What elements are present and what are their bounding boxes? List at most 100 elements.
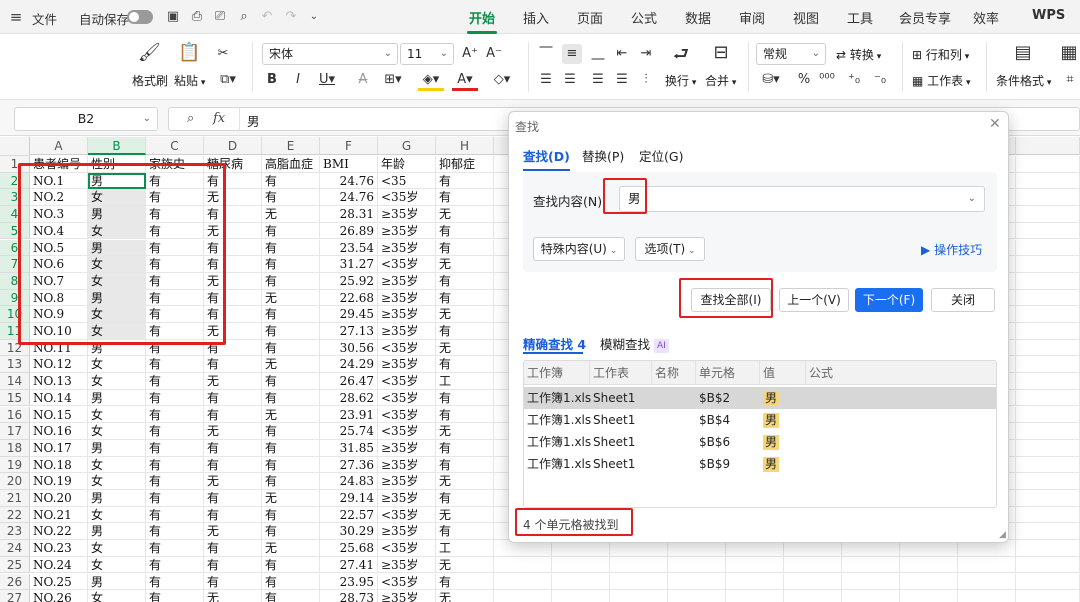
data-cell[interactable]: 无 bbox=[436, 423, 494, 440]
data-cell[interactable]: 有 bbox=[262, 423, 320, 440]
data-cell[interactable]: 无 bbox=[204, 272, 262, 290]
data-cell[interactable]: 有 bbox=[262, 473, 320, 490]
redo-icon[interactable]: ↷ bbox=[283, 9, 299, 25]
data-cell[interactable]: 22.68 bbox=[320, 289, 378, 307]
data-cell[interactable]: 27.36 bbox=[320, 456, 378, 474]
data-cell[interactable]: 24.76 bbox=[320, 172, 378, 190]
tab-4[interactable]: 数据 bbox=[685, 8, 711, 27]
align-bottom-icon[interactable]: ⎽ bbox=[590, 46, 606, 62]
data-cell[interactable]: 有 bbox=[204, 389, 262, 407]
data-cell[interactable]: <35岁 bbox=[378, 373, 436, 390]
data-cell[interactable]: 无 bbox=[436, 256, 494, 273]
data-cell[interactable]: 男 bbox=[88, 289, 146, 307]
data-cell[interactable]: NO.26 bbox=[30, 590, 88, 602]
row-header[interactable]: 2 bbox=[0, 172, 30, 190]
border-icon[interactable]: ⊞▾ bbox=[380, 72, 406, 88]
column-title-cell[interactable]: 家族史 bbox=[146, 156, 204, 173]
align-left-icon[interactable]: ☰ bbox=[538, 72, 554, 88]
row-header[interactable]: 1 bbox=[0, 156, 30, 173]
data-cell[interactable]: 23.54 bbox=[320, 239, 378, 257]
empty-cell[interactable] bbox=[842, 573, 900, 591]
data-cell[interactable]: ≥35岁 bbox=[378, 289, 436, 307]
data-cell[interactable]: 有 bbox=[204, 490, 262, 507]
data-cell[interactable]: 女 bbox=[88, 590, 146, 602]
data-cell[interactable]: NO.5 bbox=[30, 239, 88, 257]
data-cell[interactable]: NO.8 bbox=[30, 289, 88, 307]
data-cell[interactable]: NO.18 bbox=[30, 456, 88, 474]
data-cell[interactable]: 有 bbox=[262, 306, 320, 323]
tab-goto[interactable]: 定位(G) bbox=[639, 146, 683, 165]
data-cell[interactable]: 有 bbox=[146, 506, 204, 524]
data-cell[interactable]: 24.83 bbox=[320, 473, 378, 490]
close-button[interactable]: 关闭 bbox=[931, 288, 995, 312]
data-cell[interactable]: 24.76 bbox=[320, 189, 378, 207]
empty-cell[interactable] bbox=[842, 556, 900, 574]
data-cell[interactable]: <35岁 bbox=[378, 189, 436, 207]
data-cell[interactable]: NO.20 bbox=[30, 490, 88, 507]
empty-cell[interactable] bbox=[494, 556, 552, 574]
data-cell[interactable]: 31.85 bbox=[320, 439, 378, 457]
conditional-format-button[interactable]: 条件格式 ▾ bbox=[996, 72, 1051, 89]
find-history-chevron-icon[interactable]: ⌄ bbox=[968, 187, 976, 211]
col-name[interactable]: 名称 bbox=[652, 361, 696, 385]
empty-cell[interactable] bbox=[726, 573, 784, 591]
next-button[interactable]: 下一个(F) bbox=[855, 288, 923, 312]
data-cell[interactable]: 有 bbox=[262, 439, 320, 457]
empty-cell[interactable] bbox=[668, 556, 726, 574]
data-cell[interactable]: 有 bbox=[146, 222, 204, 240]
data-cell[interactable]: 有 bbox=[146, 406, 204, 424]
row-header[interactable]: 12 bbox=[0, 339, 30, 357]
data-cell[interactable]: 有 bbox=[436, 189, 494, 207]
data-cell[interactable]: 男 bbox=[88, 573, 146, 591]
empty-cell[interactable] bbox=[668, 590, 726, 602]
data-cell[interactable]: 男 bbox=[88, 206, 146, 223]
data-cell[interactable]: 男 bbox=[88, 172, 146, 190]
tab-9[interactable]: 效率 bbox=[973, 8, 999, 27]
data-cell[interactable]: 女 bbox=[88, 540, 146, 557]
tab-2[interactable]: 页面 bbox=[577, 8, 603, 27]
data-cell[interactable]: NO.7 bbox=[30, 272, 88, 290]
cell-style-icon[interactable]: ▦ bbox=[1058, 42, 1080, 63]
empty-cell[interactable] bbox=[1016, 323, 1080, 340]
data-cell[interactable]: 无 bbox=[204, 222, 262, 240]
data-cell[interactable]: ≥35岁 bbox=[378, 523, 436, 541]
align-right-icon[interactable]: ☰ bbox=[590, 72, 606, 88]
column-title-cell[interactable]: 患者编号 bbox=[30, 156, 88, 173]
empty-cell[interactable] bbox=[494, 590, 552, 602]
empty-cell[interactable] bbox=[1016, 490, 1080, 507]
data-cell[interactable]: 无 bbox=[262, 406, 320, 424]
empty-cell[interactable] bbox=[1016, 373, 1080, 390]
data-cell[interactable]: 有 bbox=[204, 339, 262, 357]
data-cell[interactable]: 有 bbox=[146, 339, 204, 357]
column-title-cell[interactable]: 性别 bbox=[88, 156, 146, 173]
row-header[interactable]: 16 bbox=[0, 406, 30, 424]
data-cell[interactable]: 有 bbox=[204, 573, 262, 591]
empty-cell[interactable] bbox=[1016, 239, 1080, 257]
data-cell[interactable]: 无 bbox=[436, 339, 494, 357]
row-header[interactable]: 6 bbox=[0, 239, 30, 257]
empty-cell[interactable] bbox=[1016, 172, 1080, 190]
data-cell[interactable]: NO.4 bbox=[30, 222, 88, 240]
data-cell[interactable]: 男 bbox=[88, 239, 146, 257]
data-cell[interactable]: 有 bbox=[436, 490, 494, 507]
data-cell[interactable]: 有 bbox=[262, 272, 320, 290]
data-cell[interactable]: 有 bbox=[436, 406, 494, 424]
data-cell[interactable]: 无 bbox=[262, 356, 320, 374]
data-cell[interactable]: 女 bbox=[88, 356, 146, 374]
data-cell[interactable]: 有 bbox=[204, 406, 262, 424]
data-cell[interactable]: 女 bbox=[88, 189, 146, 207]
data-cell[interactable]: <35岁 bbox=[378, 423, 436, 440]
data-cell[interactable]: NO.21 bbox=[30, 506, 88, 524]
row-header[interactable]: 26 bbox=[0, 573, 30, 591]
row-header[interactable]: 23 bbox=[0, 523, 30, 541]
data-cell[interactable]: 28.31 bbox=[320, 206, 378, 223]
data-cell[interactable]: 有 bbox=[436, 222, 494, 240]
data-cell[interactable]: 有 bbox=[436, 523, 494, 541]
data-cell[interactable]: 无 bbox=[204, 523, 262, 541]
col-worksheet[interactable]: 工作表 bbox=[590, 361, 652, 385]
options-button[interactable]: 选项(T) ⌄ bbox=[635, 237, 705, 261]
data-cell[interactable]: 有 bbox=[146, 389, 204, 407]
data-cell[interactable]: 30.56 bbox=[320, 339, 378, 357]
data-cell[interactable]: 有 bbox=[262, 590, 320, 602]
data-cell[interactable]: 有 bbox=[436, 272, 494, 290]
